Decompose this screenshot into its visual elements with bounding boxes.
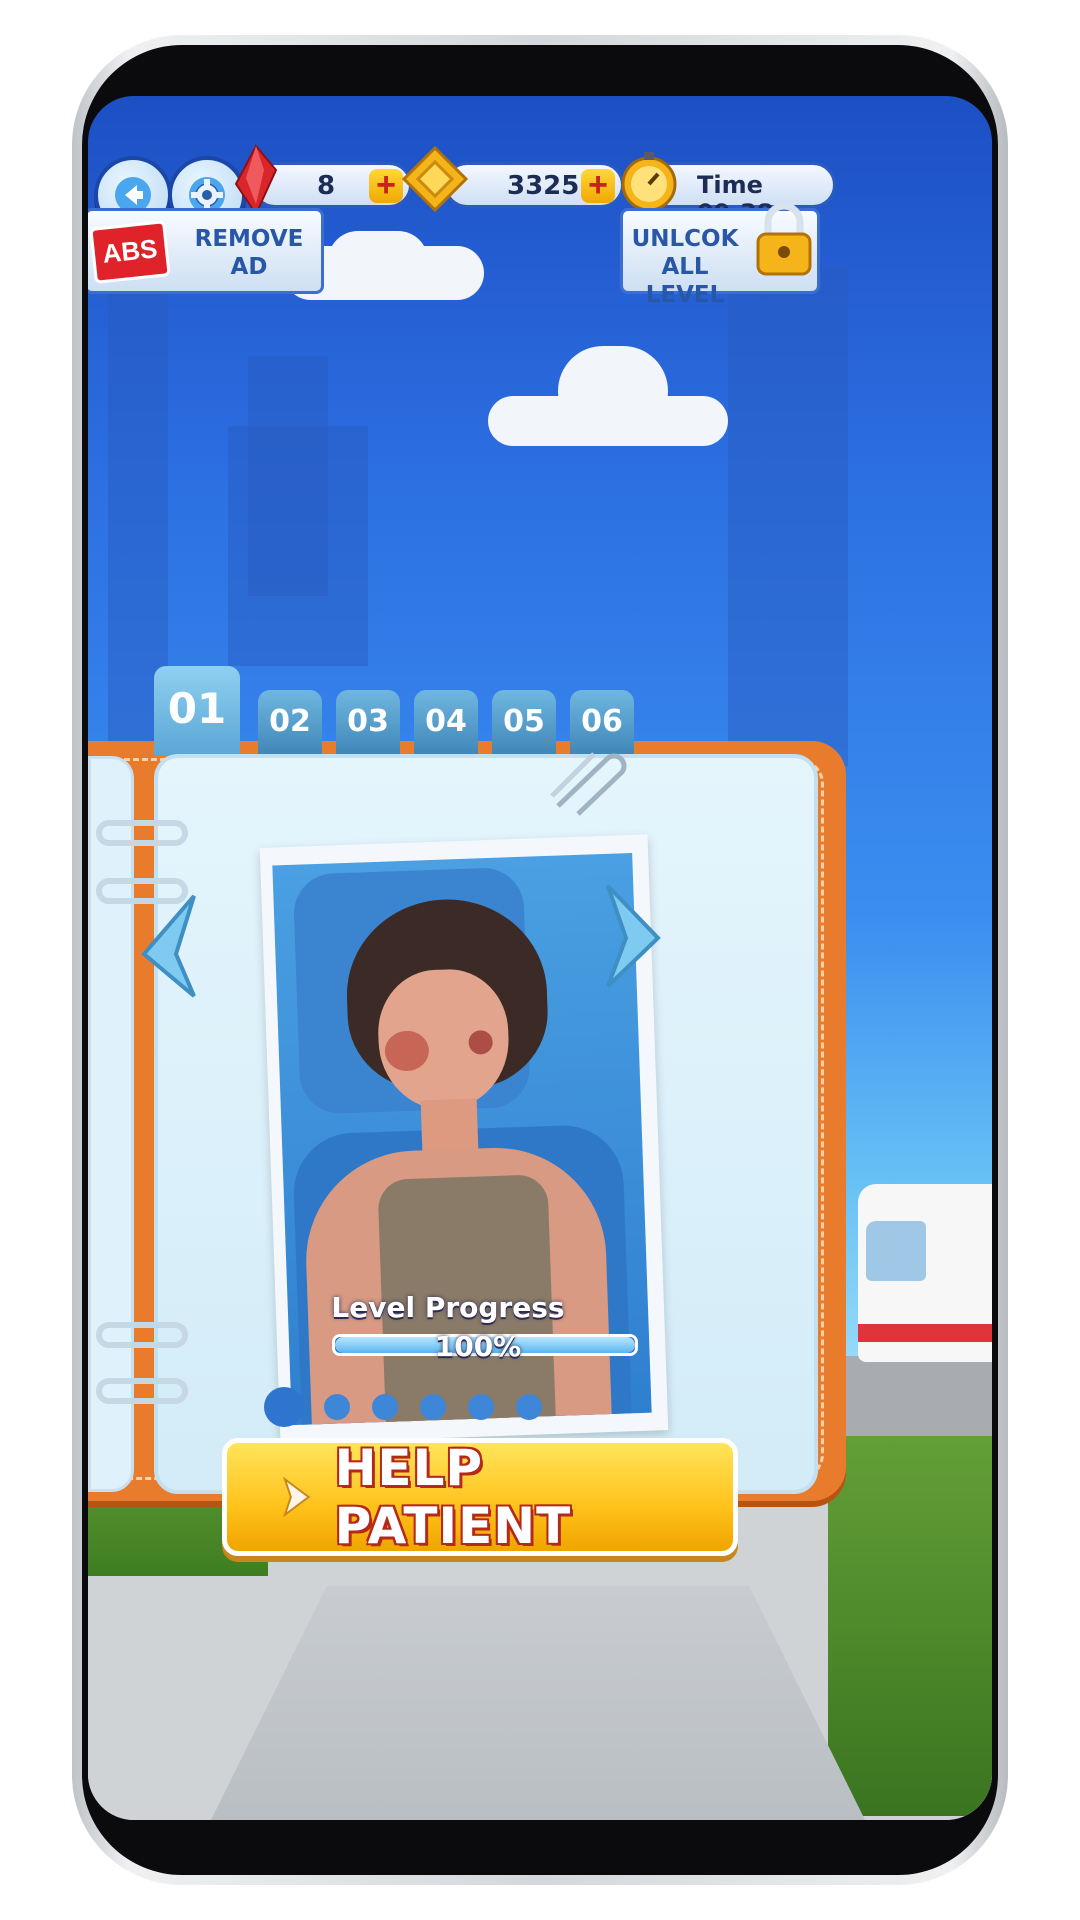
padlock-icon: [756, 202, 812, 276]
bg-building: [728, 266, 848, 766]
page-dot[interactable]: [324, 1394, 350, 1420]
add-coins-button[interactable]: +: [581, 168, 615, 203]
cloud: [558, 346, 668, 436]
gems-value: 8: [317, 171, 336, 201]
remove-ad-line2: AD: [230, 254, 268, 280]
ads-badge-text: ABS: [101, 233, 159, 269]
bg-building: [228, 426, 368, 666]
unlock-line1: UNLCOK: [631, 226, 739, 252]
page-dot[interactable]: [420, 1394, 446, 1420]
tab-level-01[interactable]: 01: [154, 666, 240, 756]
coin-icon: [402, 146, 468, 212]
road: [828, 1356, 992, 1436]
cloud: [328, 231, 428, 291]
tab-level-05[interactable]: 05: [492, 690, 556, 756]
prev-patient-button[interactable]: [138, 892, 208, 1002]
page-dot[interactable]: [372, 1394, 398, 1420]
chevron-left-icon: [141, 894, 196, 998]
page-dot[interactable]: [516, 1394, 542, 1420]
chevron-right-icon: [606, 884, 661, 988]
page-dot[interactable]: [468, 1394, 494, 1420]
hedge: [828, 1376, 992, 1816]
add-gems-button[interactable]: +: [369, 168, 403, 203]
page-dot[interactable]: [264, 1387, 304, 1427]
level-progress-value: 100%: [434, 1330, 522, 1363]
unlock-line2: ALL LEVEL: [645, 254, 725, 308]
tab-level-03[interactable]: 03: [336, 690, 400, 756]
level-progress-label: Level Progress: [331, 1291, 565, 1324]
binder-ring: [96, 1322, 188, 1348]
binder-ring: [96, 1378, 188, 1404]
tab-level-04[interactable]: 04: [414, 690, 478, 756]
paperclip-icon: [550, 752, 627, 816]
binder-ring: [96, 820, 188, 846]
help-patient-label: HELP PATIENT: [334, 1439, 572, 1555]
remove-ad-line1: REMOVE: [194, 226, 304, 252]
next-patient-button[interactable]: [594, 882, 664, 992]
coins-counter: 3325 +: [444, 162, 624, 208]
gem-icon: [234, 144, 278, 216]
play-chevron-icon: [283, 1477, 311, 1517]
ambulance-stripe: [858, 1324, 992, 1342]
coins-value: 3325: [507, 171, 580, 201]
tab-level-02[interactable]: 02: [258, 690, 322, 756]
stopwatch-icon: [621, 152, 677, 212]
ambulance-window: [866, 1221, 926, 1281]
ads-badge-icon: ABS: [89, 220, 171, 284]
game-screen: 8 + 3325 + Time 09:38 REMOVE AD ABS UNLC…: [88, 96, 992, 1820]
help-patient-button[interactable]: HELP PATIENT: [222, 1438, 738, 1556]
